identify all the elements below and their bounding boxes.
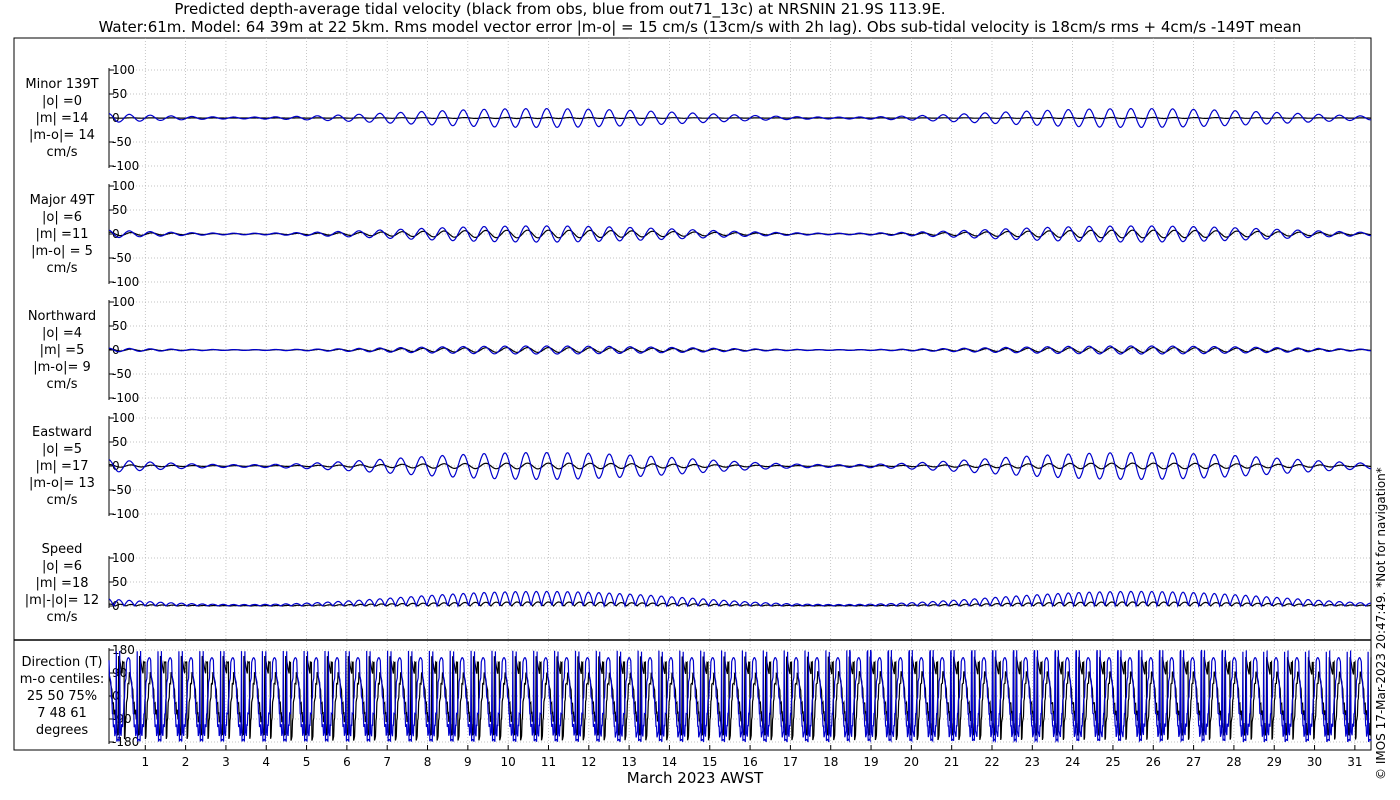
y-tick-label: 100 — [112, 551, 135, 565]
panel-label-line: |m| =14 — [35, 111, 89, 126]
x-tick-label: 9 — [464, 755, 472, 769]
y-tick-label: -180 — [112, 735, 139, 749]
x-tick-label: 10 — [501, 755, 516, 769]
panel-label-line: |o| =6 — [41, 559, 82, 574]
x-tick-label: 12 — [581, 755, 596, 769]
panel-label-major: Major 49T |o| =6 |m| =11 |m-o| = 5 cm/s — [14, 192, 110, 277]
panel-label-minor: Minor 139T |o| =0 |m| =14 |m-o|= 14 cm/s — [14, 76, 110, 161]
y-tick-label: -100 — [112, 159, 139, 173]
figure-frame — [13, 37, 1372, 751]
panel-label-line: 7 48 61 — [37, 706, 87, 721]
panel-label-line: |m-o| = 5 — [31, 244, 93, 259]
x-tick-label: 30 — [1307, 755, 1322, 769]
panel-label-line: Direction (T) — [21, 655, 103, 670]
x-tick-label: 6 — [343, 755, 351, 769]
x-tick-label: 28 — [1226, 755, 1241, 769]
y-tick-label: 50 — [112, 203, 127, 217]
x-tick-label: 25 — [1105, 755, 1120, 769]
panel-label-north: Northward |o| =4 |m| =5 |m-o|= 9 cm/s — [14, 308, 110, 393]
panel-label-line: |m| =5 — [39, 343, 85, 358]
x-tick-label: 14 — [662, 755, 677, 769]
panel-label-line: Major 49T — [29, 193, 95, 208]
panel-label-line: |m-o|= 13 — [29, 476, 95, 491]
panel-label-line: 25 50 75% — [26, 689, 98, 704]
y-tick-label: 50 — [112, 435, 127, 449]
panel-label-line: |o| =4 — [41, 326, 82, 341]
y-tick-label: -50 — [112, 367, 132, 381]
x-tick-label: 24 — [1065, 755, 1080, 769]
x-tick-label: 3 — [222, 755, 230, 769]
y-tick-label: 100 — [112, 63, 135, 77]
panel-label-east: Eastward |o| =5 |m| =17 |m-o|= 13 cm/s — [14, 424, 110, 509]
x-tick-label: 27 — [1186, 755, 1201, 769]
panel-label-line: |m-o|= 14 — [29, 128, 95, 143]
x-axis-label: March 2023 AWST — [626, 769, 764, 787]
panel-label-line: cm/s — [46, 610, 78, 625]
x-tick-label: 20 — [904, 755, 919, 769]
y-tick-label: -100 — [112, 507, 139, 521]
x-tick-label: 4 — [262, 755, 270, 769]
panel-label-line: Northward — [27, 309, 97, 324]
x-tick-label: 11 — [541, 755, 556, 769]
panel-label-line: cm/s — [46, 261, 78, 276]
panel-label-line: |o| =6 — [41, 210, 82, 225]
panel-label-line: |m-o|= 9 — [33, 360, 91, 375]
panel-label-line: degrees — [35, 723, 89, 738]
panel-label-line: |o| =0 — [41, 94, 82, 109]
y-tick-label: -100 — [112, 391, 139, 405]
panel-label-line: |m| =18 — [35, 576, 89, 591]
panel-label-speed: Speed |o| =6 |m| =18 |m|-|o|= 12 cm/s — [14, 541, 110, 626]
panel-label-line: |m| =11 — [35, 227, 89, 242]
x-tick-label: 17 — [783, 755, 798, 769]
panel-label-line: m-o centiles: — [19, 672, 105, 687]
y-tick-label: 100 — [112, 411, 135, 425]
x-tick-label: 18 — [823, 755, 838, 769]
panel-label-line: Eastward — [31, 425, 93, 440]
x-tick-label: 15 — [702, 755, 717, 769]
panel-label-line: Speed — [41, 542, 83, 557]
y-tick-label: 50 — [112, 319, 127, 333]
y-tick-label: 100 — [112, 295, 135, 309]
panel-label-line: |m| =17 — [35, 459, 89, 474]
model-series-north — [108, 345, 1371, 355]
y-tick-label: -50 — [112, 135, 132, 149]
x-tick-label: 31 — [1347, 755, 1362, 769]
tidal-velocity-chart: 1 2 3 4 5 6 7 8 9 10 11 12 13 14 15 16 17 18 19 20 21 22 23 24 2… — [13, 37, 1372, 769]
x-tick-label: 1 — [141, 755, 149, 769]
x-tick-label: 19 — [863, 755, 878, 769]
panel-label-line: cm/s — [46, 377, 78, 392]
x-tick-label: 8 — [424, 755, 432, 769]
panel-label-line: cm/s — [46, 493, 78, 508]
x-tick-label: 23 — [1025, 755, 1040, 769]
x-tick-label: 21 — [944, 755, 959, 769]
y-tick-label: -50 — [112, 251, 132, 265]
x-tick-label: 29 — [1267, 755, 1282, 769]
watermark: © IMOS 17-Mar-2023 20:47:49. *Not for na… — [1374, 467, 1388, 780]
panel-label-line: Minor 139T — [25, 77, 99, 92]
y-tick-label: 50 — [112, 575, 127, 589]
x-tick-label: 2 — [182, 755, 190, 769]
x-tick-label: 7 — [383, 755, 391, 769]
panel-label-direction: Direction (T) m-o centiles: 25 50 75% 7 48 … — [14, 654, 110, 739]
y-tick-label: 50 — [112, 87, 127, 101]
y-tick-label: 100 — [112, 179, 135, 193]
y-tick-label: -100 — [112, 275, 139, 289]
y-tick-label: 180 — [112, 643, 135, 657]
x-tick-label: 13 — [621, 755, 636, 769]
panel-label-line: |m|-|o|= 12 — [24, 593, 100, 608]
x-tick-label: 16 — [742, 755, 757, 769]
panel-label-line: |o| =5 — [41, 442, 82, 457]
x-tick-label: 5 — [303, 755, 311, 769]
x-tick-label: 26 — [1146, 755, 1161, 769]
x-tick-label: 22 — [984, 755, 999, 769]
y-tick-label: -50 — [112, 483, 132, 497]
panel-label-line: cm/s — [46, 145, 78, 160]
